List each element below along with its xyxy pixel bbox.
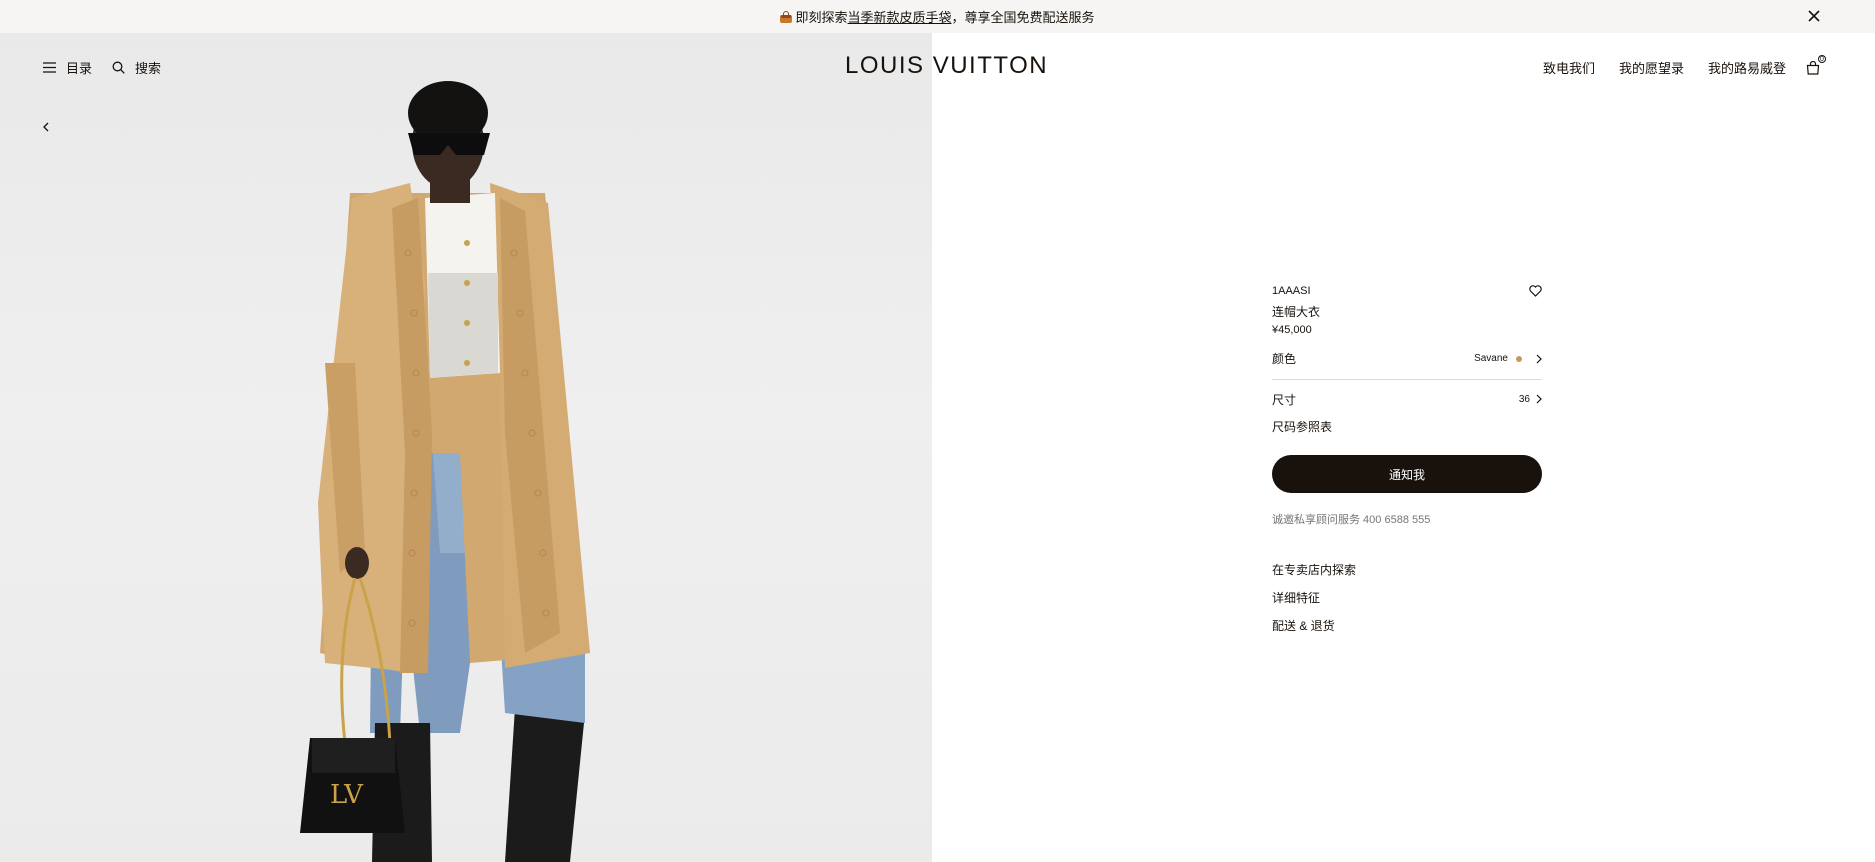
search-icon (112, 61, 125, 74)
color-value: Savane (1474, 353, 1508, 364)
site-header: 目录 搜索 LOUIS VUITTON 致电我们 我的愿望录 我的路易威登 0 (0, 33, 1875, 99)
size-label: 尺寸 (1272, 392, 1297, 407)
bag-emoji-icon (780, 10, 793, 23)
shopping-bag-icon (1806, 60, 1820, 75)
announcement-bar: 即刻探索 当季新款皮质手袋 ，尊享全国免费配送服务 (0, 0, 1875, 33)
size-value-group: 36 (1519, 394, 1542, 405)
heart-icon[interactable] (1529, 285, 1542, 297)
hamburger-icon (43, 62, 56, 73)
nav-my-lv[interactable]: 我的路易威登 (1708, 58, 1786, 77)
close-icon[interactable] (1806, 8, 1822, 24)
model-illustration: LV (300, 81, 590, 862)
back-arrow-icon[interactable] (40, 120, 52, 134)
link-delivery-returns[interactable]: 配送 & 退货 (1272, 617, 1542, 645)
notify-me-button[interactable]: 通知我 (1272, 455, 1542, 493)
announcement-suffix: ，尊享全国免费配送服务 (951, 10, 1095, 25)
size-selector[interactable]: 尺寸 36 (1272, 388, 1542, 410)
product-sku: 1AAASI (1272, 285, 1311, 297)
color-selector[interactable]: 颜色 Savane (1272, 348, 1542, 380)
search-button[interactable]: 搜索 (112, 58, 161, 77)
nav-call-us[interactable]: 致电我们 (1543, 58, 1595, 77)
product-price: ¥45,000 (1272, 324, 1312, 336)
color-swatch (1516, 355, 1522, 362)
product-info: 1AAASI 连帽大衣 ¥45,000 颜色 Savane 尺寸 36 尺码参照… (1272, 285, 1542, 645)
svg-text:LV: LV (330, 780, 364, 810)
search-label: 搜索 (135, 61, 162, 76)
product-name: 连帽大衣 (1272, 305, 1321, 319)
link-store-explore[interactable]: 在专卖店内探索 (1272, 561, 1542, 589)
announcement-prefix: 即刻探索 (795, 10, 848, 25)
header-left: 目录 搜索 (43, 58, 161, 77)
size-chart-link[interactable]: 尺码参照表 (1272, 418, 1542, 435)
chevron-right-icon (1536, 354, 1542, 363)
product-image: LV (0, 33, 932, 862)
header-right: 致电我们 我的愿望录 我的路易威登 0 (1519, 54, 1826, 77)
cart-button[interactable]: 0 (1806, 54, 1826, 75)
chevron-right-icon (1536, 394, 1542, 404)
brand-logo[interactable]: LOUIS VUITTON (845, 52, 1048, 80)
menu-label: 目录 (66, 61, 93, 76)
info-links: 在专卖店内探索 详细特征 配送 & 退货 (1272, 561, 1542, 645)
color-label: 颜色 (1272, 352, 1297, 366)
cart-count-badge: 0 (1818, 54, 1826, 63)
announcement-link[interactable]: 当季新款皮质手袋 (847, 7, 951, 26)
menu-button[interactable]: 目录 (43, 58, 92, 77)
nav-wishlist[interactable]: 我的愿望录 (1619, 58, 1684, 77)
link-details[interactable]: 详细特征 (1272, 589, 1542, 617)
advisor-phone-link[interactable]: 诚邀私享顾问服务 400 6588 555 (1272, 511, 1542, 527)
color-value-group: Savane (1474, 353, 1542, 364)
size-value: 36 (1518, 393, 1530, 405)
